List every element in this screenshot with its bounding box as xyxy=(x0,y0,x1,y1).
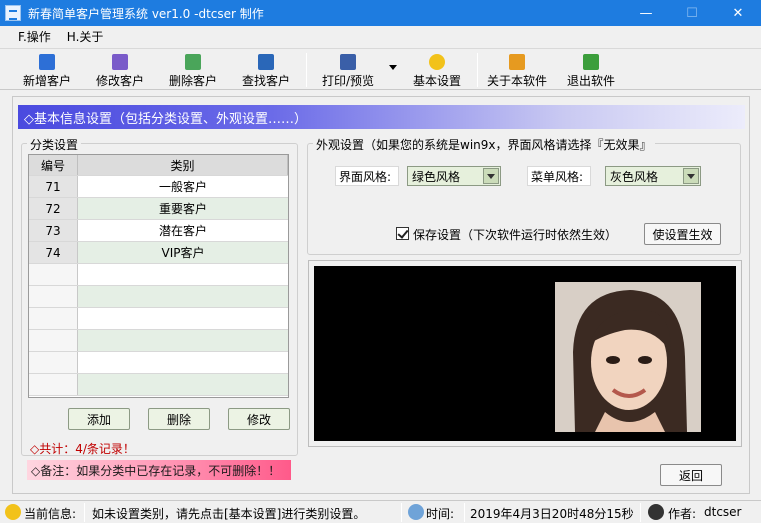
save-settings-checkbox[interactable] xyxy=(396,227,409,240)
record-count: ◇共计：4/条记录！ xyxy=(30,442,135,456)
ui-style-select[interactable]: 绿色风格 xyxy=(407,166,501,186)
chevron-down-icon[interactable] xyxy=(683,168,699,184)
search-folder-icon xyxy=(258,54,274,70)
menu-style-label: 菜单风格: xyxy=(527,166,591,186)
table-row-empty[interactable] xyxy=(29,374,288,396)
find-customer-button[interactable]: 查找客户 xyxy=(239,51,293,89)
toolbar-separator xyxy=(477,53,478,87)
status-separator xyxy=(464,503,465,522)
table-header: 编号 类别 xyxy=(29,155,288,176)
info-icon xyxy=(5,504,21,520)
edit-category-button[interactable]: 修改 xyxy=(228,408,290,430)
add-category-button[interactable]: 添加 xyxy=(68,408,130,430)
portrait-photo xyxy=(555,282,701,432)
delete-category-button[interactable]: 删除 xyxy=(148,408,210,430)
toolbar: 新增客户 修改客户 删除客户 查找客户 打印/预览 基本设置 关于本软件 退出软… xyxy=(0,48,761,90)
cell-name: 一般客户 xyxy=(158,180,207,194)
table-row-empty[interactable] xyxy=(29,286,288,308)
find-customer-label: 查找客户 xyxy=(241,74,290,88)
book-edit-icon xyxy=(112,54,128,70)
cell-name: 重要客户 xyxy=(78,198,288,219)
table-row[interactable]: 74 VIP客户 xyxy=(29,242,288,264)
cell-id: 74 xyxy=(29,242,78,263)
menu-about[interactable]: H.关于 xyxy=(59,28,112,45)
table-row-empty[interactable] xyxy=(29,352,288,374)
delete-customer-label: 删除客户 xyxy=(168,74,217,88)
delete-note: ◇备注：如果分类中已存在记录，不可删除！！ xyxy=(27,460,291,480)
edit-customer-label: 修改客户 xyxy=(95,74,144,88)
app-icon xyxy=(5,5,21,21)
about-button[interactable]: 关于本软件 xyxy=(484,51,550,89)
category-table[interactable]: 编号 类别 71 一般客户 72 重要客户 73 潜在客户 74 VIP客户 xyxy=(28,154,289,398)
status-separator xyxy=(640,503,641,522)
maximize-button[interactable]: ☐ xyxy=(669,0,715,26)
cell-name: 潜在客户 xyxy=(158,224,207,238)
minimize-button[interactable]: — xyxy=(623,0,669,26)
printer-icon xyxy=(340,54,356,70)
smiley-settings-icon xyxy=(429,54,445,70)
status-author-label: 作者: xyxy=(668,507,697,521)
ui-style-label: 界面风格: xyxy=(335,166,399,186)
edit-customer-button[interactable]: 修改客户 xyxy=(93,51,147,89)
add-customer-label: 新增客户 xyxy=(22,74,71,88)
table-row-empty[interactable] xyxy=(29,330,288,352)
col-id-header[interactable]: 编号 xyxy=(29,155,78,175)
clock-icon xyxy=(408,504,424,520)
status-time-label: 时间: xyxy=(426,507,455,521)
cell-id: 71 xyxy=(29,176,78,197)
status-time-value: 2019年4月3日20时48分15秒 xyxy=(470,507,634,521)
status-separator xyxy=(84,503,85,522)
print-preview-button[interactable]: 打印/预览 xyxy=(318,51,378,89)
status-bar: 当前信息: 如未设置类别，请先点击[基本设置]进行类别设置。 时间: 2019年… xyxy=(0,500,761,523)
basic-settings-button[interactable]: 基本设置 xyxy=(410,51,464,89)
table-row[interactable]: 72 重要客户 xyxy=(29,198,288,220)
col-name-header[interactable]: 类别 xyxy=(78,155,288,175)
save-settings-label[interactable]: 保存设置（下次软件运行时依然生效） xyxy=(413,226,617,243)
ui-style-value: 绿色风格 xyxy=(412,169,461,184)
book-add-icon xyxy=(39,54,55,70)
cell-name: VIP客户 xyxy=(78,242,288,263)
exit-button[interactable]: 退出软件 xyxy=(564,51,618,89)
users-delete-icon xyxy=(185,54,201,70)
category-legend: 分类设置 xyxy=(27,136,82,153)
table-row[interactable]: 73 潜在客户 xyxy=(29,220,288,242)
back-button[interactable]: 返回 xyxy=(660,464,722,486)
add-customer-button[interactable]: 新增客户 xyxy=(20,51,74,89)
menu-bar: F.操作 H.关于 xyxy=(0,26,761,46)
toolbar-separator xyxy=(306,53,307,87)
close-button[interactable]: ✕ xyxy=(715,0,761,26)
delete-customer-button[interactable]: 删除客户 xyxy=(166,51,220,89)
basic-settings-label: 基本设置 xyxy=(412,74,461,88)
panda-icon xyxy=(648,504,664,520)
exit-label: 退出软件 xyxy=(566,74,615,88)
status-info-label: 当前信息: xyxy=(24,507,77,521)
exit-door-icon xyxy=(583,54,599,70)
title-bar: 新春简单客户管理系统 ver1.0 -dtcser 制作 — ☐ ✕ xyxy=(0,0,761,26)
cell-id: 72 xyxy=(29,198,78,219)
menu-operate[interactable]: F.操作 xyxy=(10,28,59,45)
window-title: 新春简单客户管理系统 ver1.0 -dtcser 制作 xyxy=(28,6,264,21)
status-separator xyxy=(401,503,402,522)
print-preview-label: 打印/预览 xyxy=(321,74,375,88)
status-author-value: dtcser xyxy=(704,505,742,519)
menu-style-value: 灰色风格 xyxy=(610,169,659,184)
apply-settings-button[interactable]: 使设置生效 xyxy=(644,223,721,245)
section-banner: ◇基本信息设置（包括分类设置、外观设置……） xyxy=(18,105,745,129)
status-info-text: 如未设置类别，请先点击[基本设置]进行类别设置。 xyxy=(92,507,366,521)
table-row-empty[interactable] xyxy=(29,264,288,286)
appearance-legend: 外观设置（如果您的系统是win9x，界面风格请选择『无效果』 xyxy=(313,136,655,153)
print-dropdown-arrow[interactable] xyxy=(389,65,397,70)
crown-icon xyxy=(509,54,525,70)
menu-style-select[interactable]: 灰色风格 xyxy=(605,166,701,186)
chevron-down-icon[interactable] xyxy=(483,168,499,184)
table-row[interactable]: 71 一般客户 xyxy=(29,176,288,198)
table-row-empty[interactable] xyxy=(29,308,288,330)
cell-id: 73 xyxy=(29,220,78,241)
about-label: 关于本软件 xyxy=(486,74,547,88)
